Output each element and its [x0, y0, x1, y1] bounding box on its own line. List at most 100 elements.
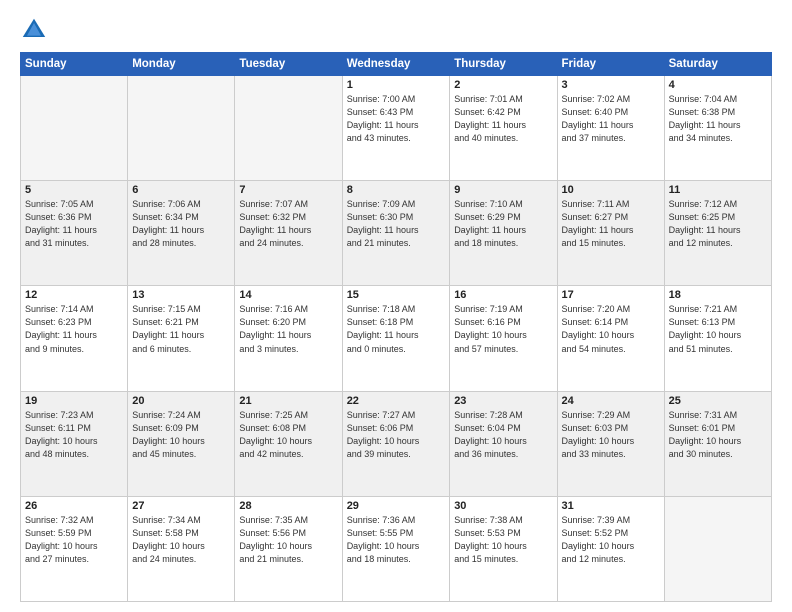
day-number: 12: [25, 289, 123, 301]
day-number: 25: [669, 395, 767, 407]
calendar-day-cell: 18 Sunrise: 7:21 AM Sunset: 6:13 PM Dayli…: [664, 286, 771, 391]
day-info: Sunrise: 7:19 AM Sunset: 6:16 PM Dayligh…: [454, 303, 552, 355]
day-number: 3: [562, 79, 660, 91]
calendar-day-cell: 11 Sunrise: 7:12 AM Sunset: 6:25 PM Dayli…: [664, 181, 771, 286]
day-info: Sunrise: 7:32 AM Sunset: 5:59 PM Dayligh…: [25, 514, 123, 566]
day-info: Sunrise: 7:29 AM Sunset: 6:03 PM Dayligh…: [562, 409, 660, 461]
day-number: 5: [25, 184, 123, 196]
day-number: 2: [454, 79, 552, 91]
calendar-week-row: 26 Sunrise: 7:32 AM Sunset: 5:59 PM Dayli…: [21, 496, 772, 601]
calendar-day-cell: 8 Sunrise: 7:09 AM Sunset: 6:30 PM Daylig…: [342, 181, 450, 286]
day-number: 27: [132, 500, 230, 512]
calendar-day-cell: 30Sunrise: 7:38 AM Sunset: 5:53 PM Dayli…: [450, 496, 557, 601]
day-number: 26: [25, 500, 123, 512]
day-number: 7: [239, 184, 337, 196]
day-number: 28: [239, 500, 337, 512]
page: SundayMondayTuesdayWednesdayThursdayFrid…: [0, 0, 792, 612]
weekday-header: Sunday: [21, 53, 128, 76]
day-info: Sunrise: 7:18 AM Sunset: 6:18 PM Dayligh…: [347, 303, 446, 355]
day-number: 29: [347, 500, 446, 512]
day-number: 20: [132, 395, 230, 407]
calendar-week-row: 1 Sunrise: 7:00 AM Sunset: 6:43 PM Daylig…: [21, 76, 772, 181]
weekday-header: Wednesday: [342, 53, 450, 76]
day-info: Sunrise: 7:05 AM Sunset: 6:36 PM Dayligh…: [25, 198, 123, 250]
calendar-day-cell: 24 Sunrise: 7:29 AM Sunset: 6:03 PM Dayli…: [557, 391, 664, 496]
day-number: 31: [562, 500, 660, 512]
day-info: Sunrise: 7:25 AM Sunset: 6:08 PM Dayligh…: [239, 409, 337, 461]
calendar-table: SundayMondayTuesdayWednesdayThursdayFrid…: [20, 52, 772, 602]
weekday-header: Thursday: [450, 53, 557, 76]
day-info: Sunrise: 7:09 AM Sunset: 6:30 PM Dayligh…: [347, 198, 446, 250]
calendar-day-cell: 1 Sunrise: 7:00 AM Sunset: 6:43 PM Daylig…: [342, 76, 450, 181]
calendar-day-cell: 5 Sunrise: 7:05 AM Sunset: 6:36 PM Daylig…: [21, 181, 128, 286]
day-number: 17: [562, 289, 660, 301]
calendar-day-cell: 28Sunrise: 7:35 AM Sunset: 5:56 PM Dayli…: [235, 496, 342, 601]
day-number: 9: [454, 184, 552, 196]
day-info: Sunrise: 7:15 AM Sunset: 6:21 PM Dayligh…: [132, 303, 230, 355]
day-number: 18: [669, 289, 767, 301]
weekday-header: Friday: [557, 53, 664, 76]
day-info: Sunrise: 7:06 AM Sunset: 6:34 PM Dayligh…: [132, 198, 230, 250]
calendar-day-cell: [128, 76, 235, 181]
calendar-header-row: SundayMondayTuesdayWednesdayThursdayFrid…: [21, 53, 772, 76]
logo-icon: [20, 16, 48, 44]
day-number: 8: [347, 184, 446, 196]
calendar-day-cell: 7Sunrise: 7:07 AM Sunset: 6:32 PM Daylig…: [235, 181, 342, 286]
day-info: Sunrise: 7:27 AM Sunset: 6:06 PM Dayligh…: [347, 409, 446, 461]
day-info: Sunrise: 7:21 AM Sunset: 6:13 PM Dayligh…: [669, 303, 767, 355]
weekday-header: Saturday: [664, 53, 771, 76]
calendar-day-cell: 9 Sunrise: 7:10 AM Sunset: 6:29 PM Daylig…: [450, 181, 557, 286]
calendar-day-cell: 15 Sunrise: 7:18 AM Sunset: 6:18 PM Dayli…: [342, 286, 450, 391]
calendar-day-cell: [664, 496, 771, 601]
day-info: Sunrise: 7:34 AM Sunset: 5:58 PM Dayligh…: [132, 514, 230, 566]
day-info: Sunrise: 7:14 AM Sunset: 6:23 PM Dayligh…: [25, 303, 123, 355]
day-number: 24: [562, 395, 660, 407]
calendar-day-cell: 27 Sunrise: 7:34 AM Sunset: 5:58 PM Dayli…: [128, 496, 235, 601]
day-number: 1: [347, 79, 446, 91]
calendar-day-cell: 16Sunrise: 7:19 AM Sunset: 6:16 PM Dayli…: [450, 286, 557, 391]
logo: [20, 16, 52, 44]
calendar-day-cell: 26 Sunrise: 7:32 AM Sunset: 5:59 PM Dayli…: [21, 496, 128, 601]
calendar-day-cell: 14 Sunrise: 7:16 AM Sunset: 6:20 PM Dayli…: [235, 286, 342, 391]
calendar-day-cell: 6Sunrise: 7:06 AM Sunset: 6:34 PM Daylig…: [128, 181, 235, 286]
day-info: Sunrise: 7:02 AM Sunset: 6:40 PM Dayligh…: [562, 93, 660, 145]
day-number: 15: [347, 289, 446, 301]
day-info: Sunrise: 7:12 AM Sunset: 6:25 PM Dayligh…: [669, 198, 767, 250]
calendar-day-cell: 2 Sunrise: 7:01 AM Sunset: 6:42 PM Daylig…: [450, 76, 557, 181]
calendar-day-cell: 29 Sunrise: 7:36 AM Sunset: 5:55 PM Dayli…: [342, 496, 450, 601]
calendar-day-cell: 21 Sunrise: 7:25 AM Sunset: 6:08 PM Dayli…: [235, 391, 342, 496]
day-info: Sunrise: 7:39 AM Sunset: 5:52 PM Dayligh…: [562, 514, 660, 566]
calendar-day-cell: [21, 76, 128, 181]
calendar-day-cell: [235, 76, 342, 181]
day-number: 14: [239, 289, 337, 301]
weekday-header: Tuesday: [235, 53, 342, 76]
day-number: 11: [669, 184, 767, 196]
day-info: Sunrise: 7:11 AM Sunset: 6:27 PM Dayligh…: [562, 198, 660, 250]
calendar-day-cell: 25 Sunrise: 7:31 AM Sunset: 6:01 PM Dayli…: [664, 391, 771, 496]
calendar-day-cell: 12 Sunrise: 7:14 AM Sunset: 6:23 PM Dayli…: [21, 286, 128, 391]
day-info: Sunrise: 7:38 AM Sunset: 5:53 PM Dayligh…: [454, 514, 552, 566]
day-info: Sunrise: 7:24 AM Sunset: 6:09 PM Dayligh…: [132, 409, 230, 461]
day-info: Sunrise: 7:20 AM Sunset: 6:14 PM Dayligh…: [562, 303, 660, 355]
calendar-day-cell: 19 Sunrise: 7:23 AM Sunset: 6:11 PM Dayli…: [21, 391, 128, 496]
calendar-day-cell: 13Sunrise: 7:15 AM Sunset: 6:21 PM Dayli…: [128, 286, 235, 391]
calendar-day-cell: 17 Sunrise: 7:20 AM Sunset: 6:14 PM Dayli…: [557, 286, 664, 391]
day-info: Sunrise: 7:31 AM Sunset: 6:01 PM Dayligh…: [669, 409, 767, 461]
day-info: Sunrise: 7:36 AM Sunset: 5:55 PM Dayligh…: [347, 514, 446, 566]
day-info: Sunrise: 7:00 AM Sunset: 6:43 PM Dayligh…: [347, 93, 446, 145]
calendar-day-cell: 23Sunrise: 7:28 AM Sunset: 6:04 PM Dayli…: [450, 391, 557, 496]
day-info: Sunrise: 7:10 AM Sunset: 6:29 PM Dayligh…: [454, 198, 552, 250]
calendar-day-cell: 10Sunrise: 7:11 AM Sunset: 6:27 PM Dayli…: [557, 181, 664, 286]
day-number: 4: [669, 79, 767, 91]
day-info: Sunrise: 7:23 AM Sunset: 6:11 PM Dayligh…: [25, 409, 123, 461]
day-number: 23: [454, 395, 552, 407]
day-number: 22: [347, 395, 446, 407]
calendar-day-cell: 31 Sunrise: 7:39 AM Sunset: 5:52 PM Dayli…: [557, 496, 664, 601]
day-info: Sunrise: 7:01 AM Sunset: 6:42 PM Dayligh…: [454, 93, 552, 145]
calendar-day-cell: 4 Sunrise: 7:04 AM Sunset: 6:38 PM Daylig…: [664, 76, 771, 181]
day-number: 21: [239, 395, 337, 407]
day-info: Sunrise: 7:04 AM Sunset: 6:38 PM Dayligh…: [669, 93, 767, 145]
weekday-header: Monday: [128, 53, 235, 76]
day-info: Sunrise: 7:16 AM Sunset: 6:20 PM Dayligh…: [239, 303, 337, 355]
day-number: 19: [25, 395, 123, 407]
